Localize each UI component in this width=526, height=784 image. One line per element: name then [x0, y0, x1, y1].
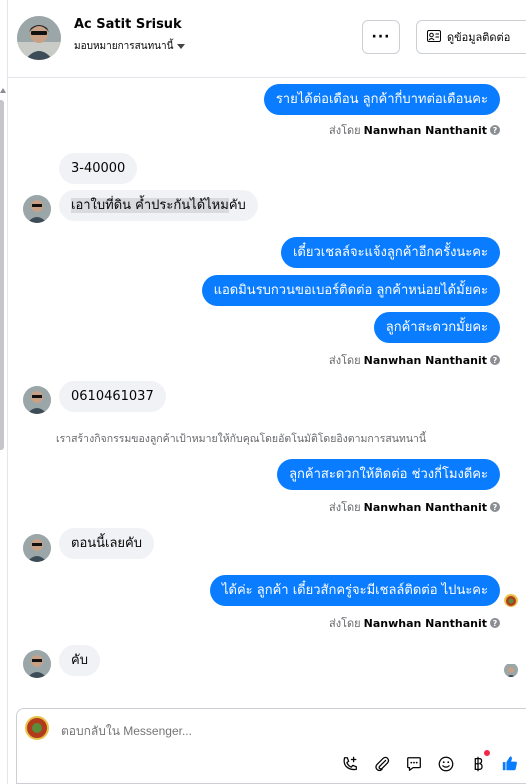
system-note: เราสร้างกิจกรรมของลูกค้าเป้าหมายให้กับคุ…: [56, 433, 427, 445]
scroll-up-icon[interactable]: [0, 88, 6, 93]
like-icon[interactable]: [499, 752, 521, 774]
help-icon[interactable]: ?: [490, 618, 500, 628]
more-options-button[interactable]: ···: [362, 20, 400, 54]
reply-input[interactable]: [61, 721, 461, 741]
contact-avatar-small[interactable]: [23, 534, 51, 562]
notification-dot: [484, 750, 490, 756]
chevron-down-icon: [177, 44, 186, 49]
sender-name[interactable]: Nanwhan Nanthanit: [364, 354, 487, 367]
sent-by-label: ส่งโดย Nanwhan Nanthanit ?: [329, 614, 500, 632]
sender-name[interactable]: Nanwhan Nanthanit: [364, 617, 487, 630]
message-outgoing[interactable]: ลูกค้าสะดวกให้ติดต่อ ช่วงกี่โมงดีคะ: [277, 459, 500, 490]
sent-by-prefix: ส่งโดย: [329, 124, 361, 137]
message-outgoing[interactable]: แอดมินรบกวนขอเบอร์ติดต่อ ลูกค้าหน่อยได้ม…: [201, 275, 500, 306]
message-outgoing[interactable]: ได้ค่ะ ลูกค้า เดี๋ยวสักครู่จะมีเชลล์ติดต…: [209, 575, 500, 606]
scrollbar-thumb[interactable]: [0, 100, 4, 450]
left-scrollbar[interactable]: [0, 0, 8, 784]
assign-label: มอบหมายการสนทนานี้: [74, 41, 174, 52]
conversation-header: Ac Satit Srisuk มอบหมายการสนทนานี้ ··· ด…: [8, 0, 526, 78]
message-incoming[interactable]: ตอนนี้เลยคับ: [59, 528, 154, 559]
sent-by-label: ส่งโดย Nanwhan Nanthanit ?: [329, 121, 500, 139]
sent-by-prefix: ส่งโดย: [329, 354, 361, 367]
sent-by-prefix: ส่งโดย: [329, 501, 361, 514]
paperclip-icon[interactable]: [371, 753, 393, 775]
contact-info-label: ดูข้อมูลติดต่อ: [447, 31, 511, 44]
message-incoming[interactable]: คับ: [59, 645, 100, 676]
highlighted-text: เอาใบที่ดิน ค้ำประกันได้ไหม: [71, 198, 229, 213]
contact-avatar-small[interactable]: [23, 195, 51, 223]
saved-reply-icon[interactable]: [403, 753, 425, 775]
contact-name[interactable]: Ac Satit Srisuk: [74, 17, 182, 32]
contact-avatar[interactable]: [17, 16, 61, 60]
message-outgoing[interactable]: รายได้ต่อเดือน ลูกค้ากี่บาทต่อเดือนคะ: [263, 84, 500, 115]
sender-name[interactable]: Nanwhan Nanthanit: [364, 501, 487, 514]
page-avatar: [25, 716, 49, 740]
message-incoming[interactable]: 3-40000: [59, 153, 138, 184]
message-outgoing[interactable]: เดี๋ยวเชลล์จะแจ้งลูกค้าอีกครั้งนะคะ: [280, 237, 500, 268]
emoji-icon[interactable]: [435, 753, 457, 775]
message-outgoing[interactable]: ลูกค้าสะดวกมั้ยคะ: [373, 312, 500, 343]
help-icon[interactable]: ?: [490, 502, 500, 512]
sender-name[interactable]: Nanwhan Nanthanit: [364, 124, 487, 137]
help-icon[interactable]: ?: [490, 125, 500, 135]
sent-by-prefix: ส่งโดย: [329, 617, 361, 630]
message-incoming[interactable]: เอาใบที่ดิน ค้ำประกันได้ไหมคับ: [59, 190, 258, 221]
contact-avatar-small[interactable]: [23, 650, 51, 678]
reply-composer: [16, 708, 526, 784]
sent-by-label: ส่งโดย Nanwhan Nanthanit ?: [329, 351, 500, 369]
help-icon[interactable]: ?: [490, 355, 500, 365]
phone-plus-icon[interactable]: [339, 753, 361, 775]
message-text-suffix: คับ: [228, 198, 246, 213]
assign-conversation-dropdown[interactable]: มอบหมายการสนทนานี้: [74, 39, 186, 54]
baht-payment-icon[interactable]: [467, 750, 490, 775]
view-contact-info-button[interactable]: ดูข้อมูลติดต่อ: [416, 20, 526, 54]
contact-seen-avatar: [504, 663, 518, 677]
contact-card-icon: [427, 29, 441, 45]
contact-avatar-small[interactable]: [23, 386, 51, 414]
message-incoming[interactable]: 0610461037: [59, 381, 166, 412]
page-seen-avatar: [504, 593, 518, 607]
sent-by-label: ส่งโดย Nanwhan Nanthanit ?: [329, 498, 500, 516]
